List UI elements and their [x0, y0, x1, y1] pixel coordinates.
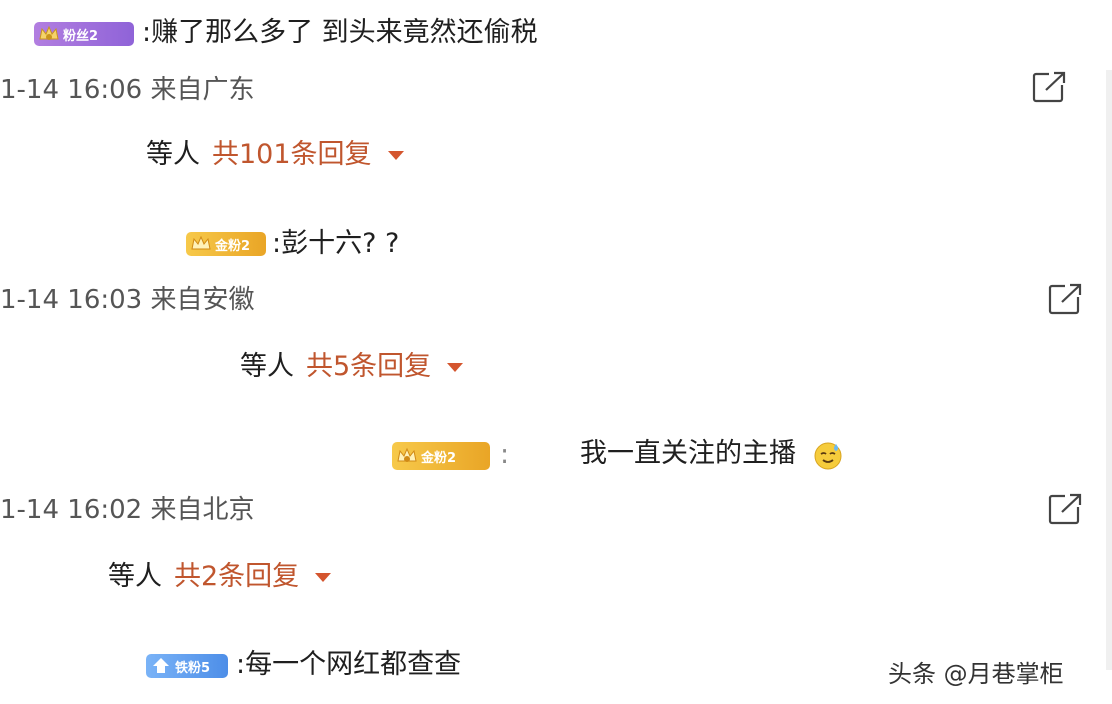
fan-badge[interactable]: 铁粉5 [146, 654, 228, 678]
crown-icon [153, 658, 169, 673]
sweat-smile-emoji [814, 442, 842, 469]
reply-users: 等人 [146, 139, 200, 170]
share-external-icon[interactable] [1048, 282, 1084, 316]
reply-users: 等人 [108, 561, 162, 592]
fan-badge-label: 铁粉5 [175, 660, 211, 676]
reply-count[interactable]: 共2条回复 [174, 560, 299, 594]
crown-icon [191, 235, 211, 250]
fan-badge[interactable]: 粉丝2 [34, 22, 134, 46]
reply-users: 等人 [240, 351, 294, 382]
comment-meta: 1-14 16:03 来自安徽 [0, 285, 255, 315]
scrollbar-track[interactable] [1106, 70, 1112, 670]
crown-icon [397, 447, 417, 462]
fan-badge-label: 金粉2 [215, 238, 251, 254]
crown-icon [39, 25, 59, 40]
caret-down-icon[interactable] [387, 150, 404, 160]
fan-badge-label: 金粉2 [421, 450, 457, 466]
comment-text: :每一个网红都查查 [236, 649, 462, 680]
reply-summary[interactable]: 等人 共101条回复 [146, 138, 404, 172]
comment-prefix: : [500, 439, 510, 470]
comment-text: :赚了那么多了 到头来竟然还偷税 [142, 17, 538, 48]
comment-meta: 1-14 16:02 来自北京 [0, 495, 255, 525]
fan-badge[interactable]: 金粉2 [186, 232, 266, 256]
fan-badge-label: 粉丝2 [63, 28, 99, 44]
watermark: 头条 @月巷掌柜 [888, 660, 1064, 688]
reply-summary[interactable]: 等人 共5条回复 [240, 350, 464, 384]
caret-down-icon[interactable] [315, 572, 332, 582]
reply-count[interactable]: 共101条回复 [212, 138, 372, 172]
comment-text: :彭十六? ? [272, 228, 400, 259]
share-external-icon[interactable] [1032, 70, 1068, 104]
comment-meta: 1-14 16:06 来自广东 [0, 75, 255, 105]
comment-text-row: 我一直关注的主播 [580, 437, 843, 471]
reply-summary[interactable]: 等人 共2条回复 [108, 560, 332, 594]
share-external-icon[interactable] [1048, 492, 1084, 526]
caret-down-icon[interactable] [447, 362, 464, 372]
reply-count[interactable]: 共5条回复 [306, 350, 431, 384]
comment-text: 我一直关注的主播 [580, 438, 796, 469]
fan-badge[interactable]: 金粉2 [392, 442, 490, 470]
